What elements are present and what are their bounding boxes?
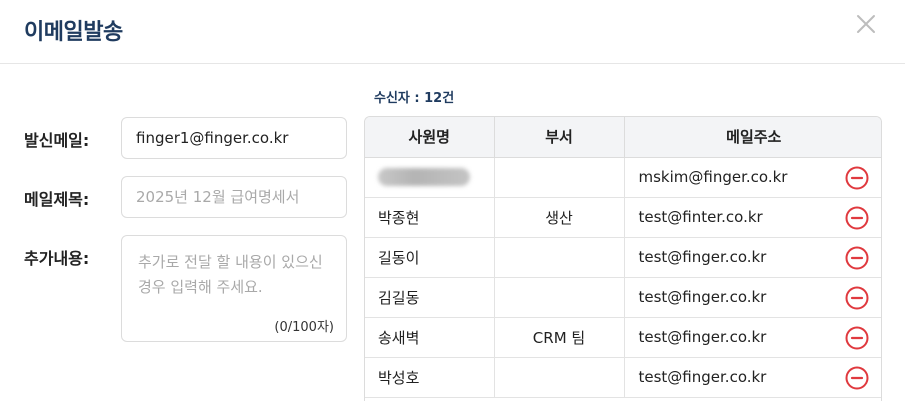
cell-email: test@finter.co.kr: [624, 197, 881, 238]
remove-recipient-button[interactable]: [845, 206, 869, 230]
table-row: 김길동 test@finger.co.kr: [365, 277, 881, 318]
cell-dept: [494, 357, 625, 398]
cell-name: 길동이: [365, 237, 495, 278]
content-label: 추가내용:: [24, 249, 90, 268]
cell-name: 김길동: [365, 277, 495, 318]
cell-email: test@finger.co.kr: [624, 357, 881, 398]
cell-dept: [494, 237, 625, 278]
minus-circle-icon: [845, 286, 869, 309]
email-text: test@finger.co.kr: [638, 368, 767, 386]
cell-name: 송새벽: [365, 317, 495, 358]
cell-dept: [494, 277, 625, 318]
column-header-dept: 부서: [494, 117, 625, 158]
minus-circle-icon: [845, 206, 869, 229]
content-textarea[interactable]: [122, 236, 346, 308]
column-header-email: 메일주소: [624, 117, 881, 158]
subject-field: [121, 176, 347, 218]
sender-input[interactable]: [122, 118, 346, 158]
table-header-row: 사원명 부서 메일주소: [365, 117, 881, 158]
cell-dept: 생산: [494, 197, 625, 238]
remove-recipient-button[interactable]: [845, 366, 869, 390]
cell-dept: [494, 157, 625, 198]
subject-label: 메일제목:: [24, 190, 90, 209]
email-text: test@finger.co.kr: [638, 288, 767, 306]
remove-recipient-button[interactable]: [845, 326, 869, 350]
close-icon: [857, 15, 875, 33]
email-text: test@finter.co.kr: [638, 208, 763, 226]
table-row: mskim@finger.co.kr: [365, 157, 881, 198]
sender-label: 발신메일:: [24, 131, 90, 150]
minus-circle-icon: [845, 366, 869, 389]
remove-recipient-button[interactable]: [845, 166, 869, 190]
email-text: mskim@finger.co.kr: [638, 168, 788, 186]
recipient-count: 수신자 : 12건: [374, 91, 455, 106]
column-header-name: 사원명: [365, 117, 495, 158]
subject-input[interactable]: [122, 177, 346, 217]
redacted-name: [378, 168, 470, 187]
email-text: test@finger.co.kr: [638, 328, 767, 346]
table-row: 박종현 생산 test@finter.co.kr: [365, 197, 881, 238]
char-counter: (0/100자): [274, 320, 334, 335]
recipient-table: 사원명 부서 메일주소 mskim@finger.co.kr 박종현 생산 te…: [364, 116, 882, 401]
table-row: 송새벽 CRM 팀 test@finger.co.kr: [365, 317, 881, 358]
cell-email: test@finger.co.kr: [624, 277, 881, 318]
table-row: 박성호 test@finger.co.kr: [365, 357, 881, 398]
minus-circle-icon: [845, 246, 869, 269]
minus-circle-icon: [845, 326, 869, 349]
cell-name: 박종현: [365, 197, 495, 238]
table-row: 길동이 test@finger.co.kr: [365, 237, 881, 278]
cell-email: test@finger.co.kr: [624, 317, 881, 358]
dialog-header: 이메일발송: [0, 0, 905, 64]
content-field: (0/100자): [121, 235, 347, 342]
sender-field: [121, 117, 347, 159]
dialog-title: 이메일발송: [24, 20, 123, 45]
remove-recipient-button[interactable]: [845, 246, 869, 270]
close-button[interactable]: [852, 10, 880, 38]
remove-recipient-button[interactable]: [845, 286, 869, 310]
cell-email: test@finger.co.kr: [624, 237, 881, 278]
email-text: test@finger.co.kr: [638, 248, 767, 266]
cell-dept: CRM 팀: [494, 317, 625, 358]
cell-name: [365, 157, 495, 198]
minus-circle-icon: [845, 166, 869, 189]
cell-name: 박성호: [365, 357, 495, 398]
cell-email: mskim@finger.co.kr: [624, 157, 881, 198]
